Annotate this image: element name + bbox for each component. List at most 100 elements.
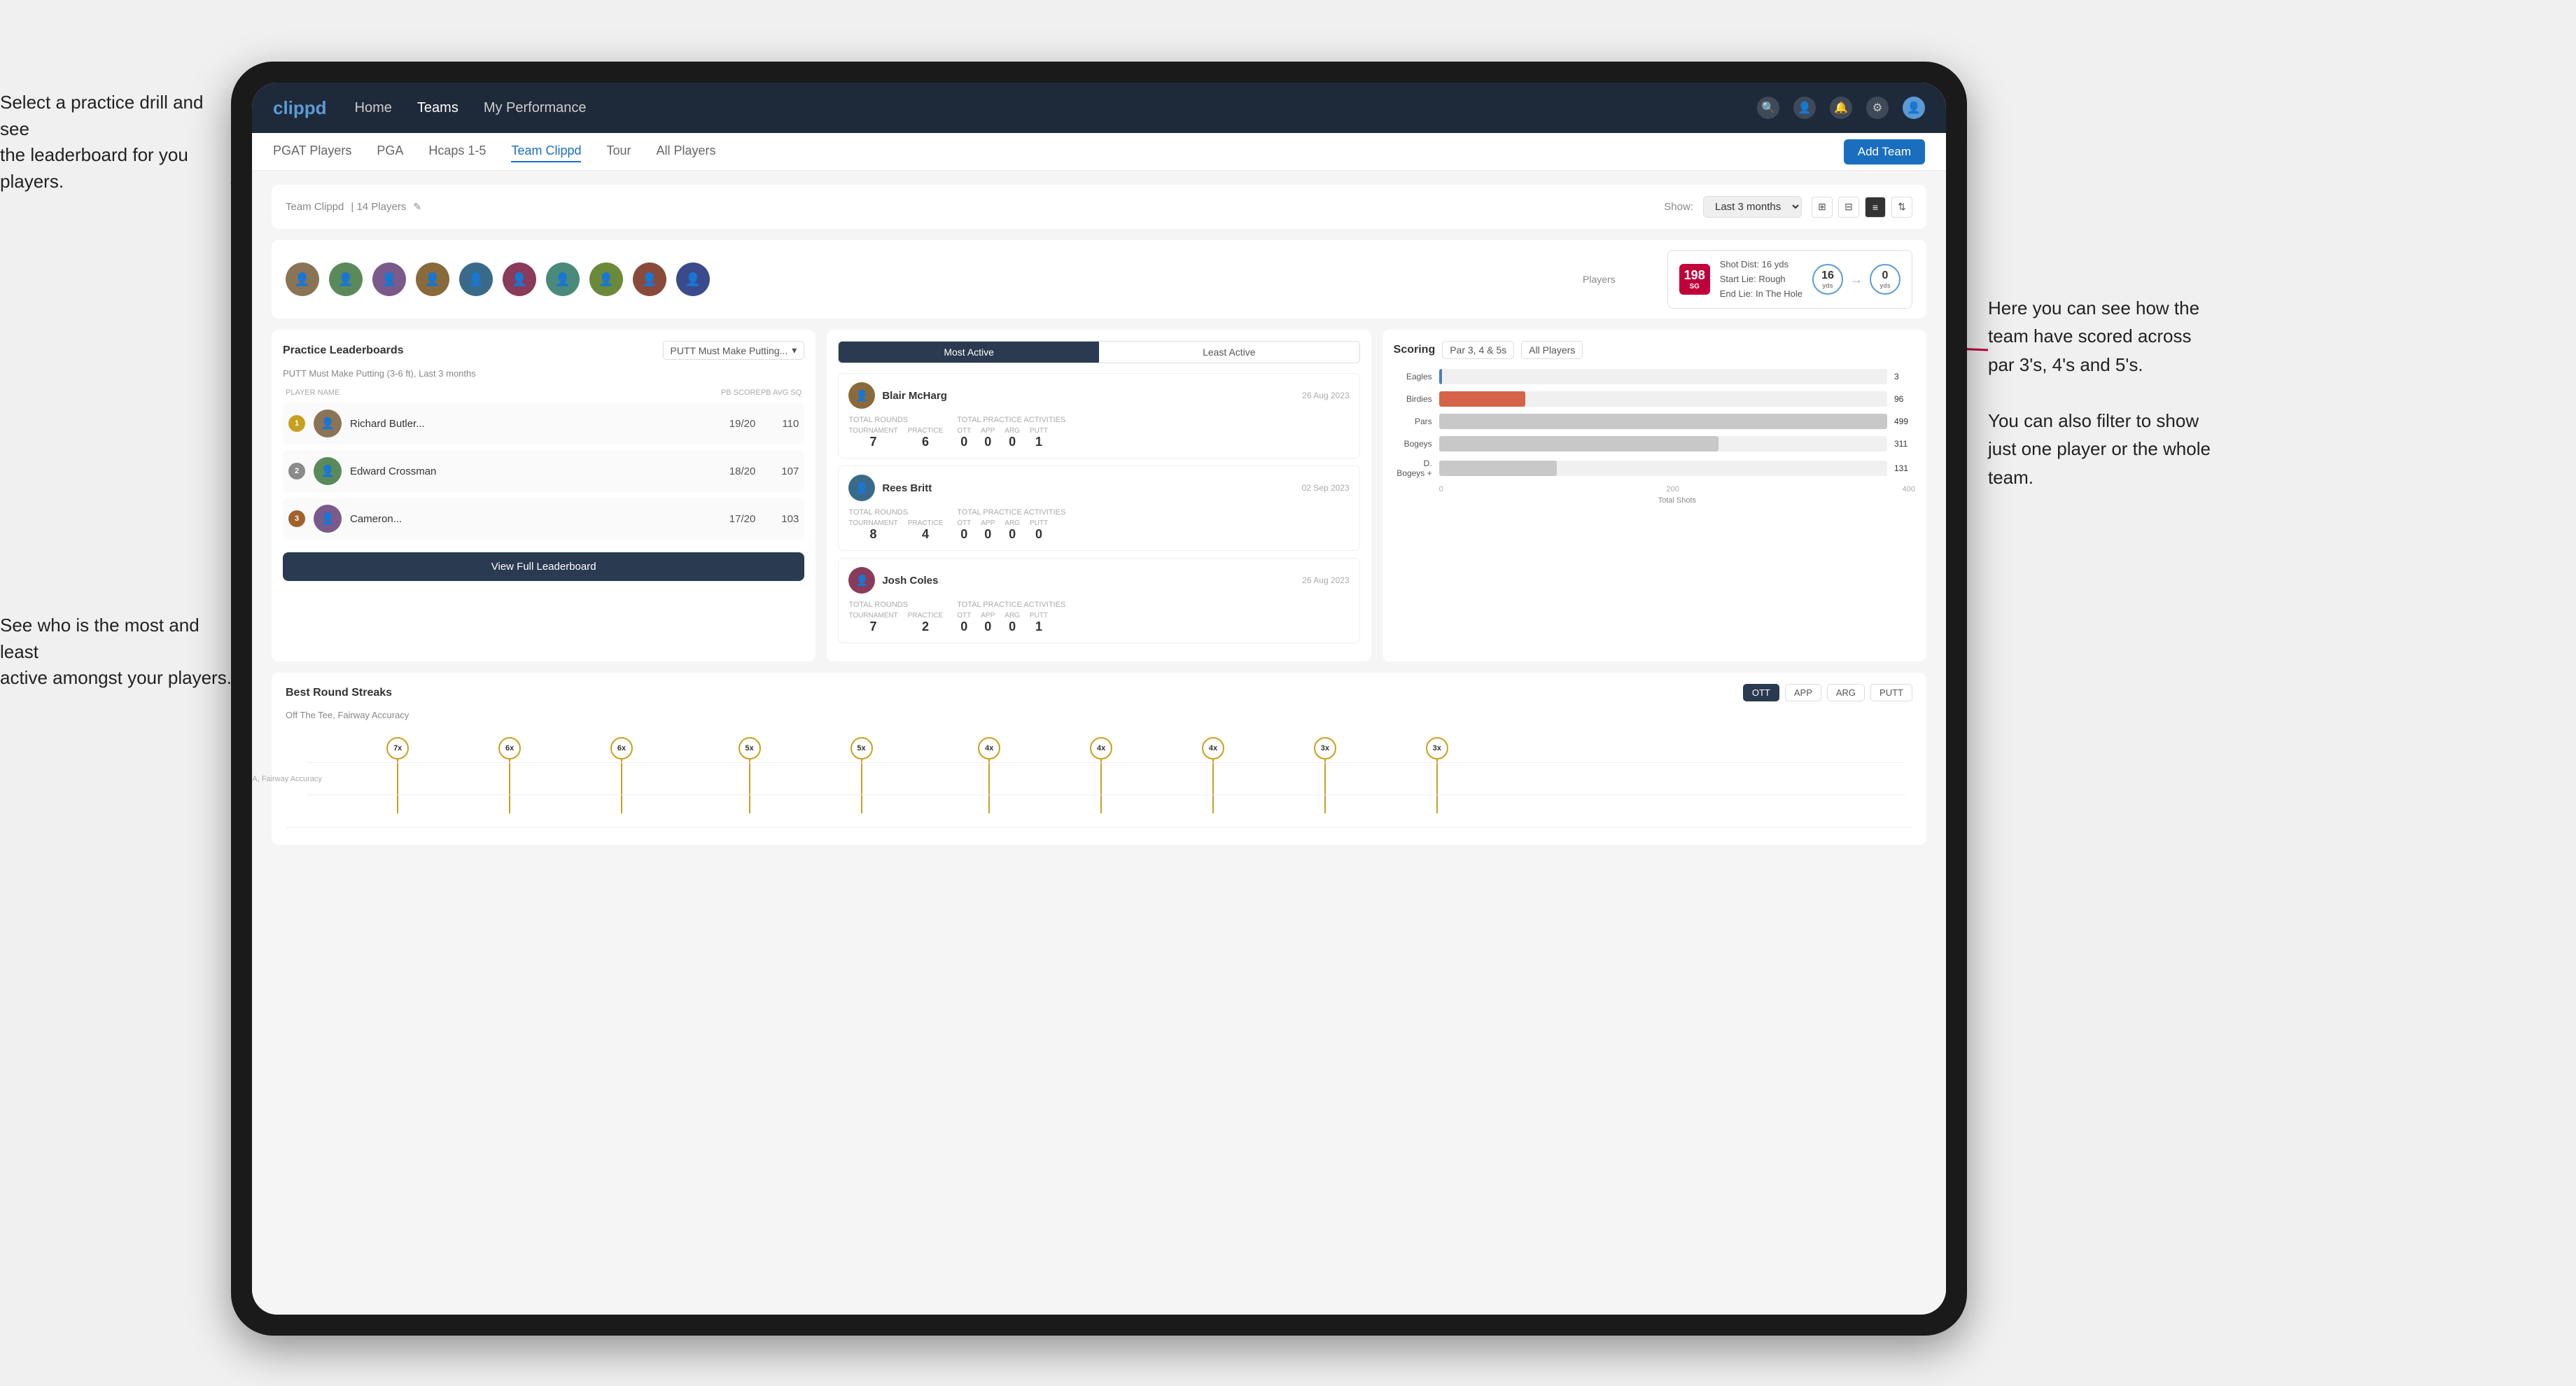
view-grid-small[interactable]: ⊞ <box>1812 197 1833 218</box>
streaks-tab-arg[interactable]: ARG <box>1827 684 1865 701</box>
scoring-filter-pars[interactable]: Par 3, 4 & 5s <box>1442 341 1514 359</box>
tab-tour[interactable]: Tour <box>606 141 631 162</box>
chart-label-eagles: Eagles <box>1394 372 1432 382</box>
streak-badge: 4x <box>1090 737 1112 760</box>
player-avatar-9[interactable]: 👤 <box>633 262 666 296</box>
leaderboard-subtitle: PUTT Must Make Putting (3-6 ft), Last 3 … <box>283 368 804 379</box>
chart-row-eagles: Eagles3 <box>1394 369 1915 384</box>
streak-line <box>1212 760 1214 813</box>
streaks-subtitle: Off The Tee, Fairway Accuracy <box>286 710 1912 720</box>
chart-axis-label: Total Shots <box>1439 496 1915 505</box>
stat-tournament-3: Tournament 7 <box>848 612 897 634</box>
edit-icon[interactable]: ✎ <box>413 201 421 213</box>
player-card-name-1: Blair McHarg <box>882 390 1295 402</box>
avatar-icon[interactable]: 👤 <box>1903 97 1925 119</box>
player-avatar-2[interactable]: 👤 <box>329 262 363 296</box>
stat-app-1: APP 0 <box>981 427 995 449</box>
least-active-tab[interactable]: Least Active <box>1099 342 1359 363</box>
players-label: Players <box>1583 274 1616 285</box>
drill-dropdown[interactable]: PUTT Must Make Putting... ▾ <box>663 341 805 360</box>
most-active-tab[interactable]: Most Active <box>839 342 1099 363</box>
stat-ott-2: OTT 0 <box>957 519 971 542</box>
player-avatar-6[interactable]: 👤 <box>503 262 536 296</box>
nav-link-home[interactable]: Home <box>355 97 392 119</box>
lb-row-1[interactable]: 1 👤 Richard Butler... 19/20 110 <box>283 402 804 444</box>
annotation-top-left: Select a practice drill and seethe leade… <box>0 90 231 195</box>
player-avatar-10[interactable]: 👤 <box>676 262 710 296</box>
player-avatar-1[interactable]: 👤 <box>286 262 319 296</box>
chart-bar <box>1439 436 1718 451</box>
streaks-tab-app[interactable]: APP <box>1785 684 1821 701</box>
player-card-header-3: 👤 Josh Coles 26 Aug 2023 <box>848 567 1349 594</box>
lb-score-3: 17/20 <box>729 513 756 525</box>
navbar: clippd Home Teams My Performance 🔍 👤 🔔 ⚙… <box>252 83 1946 133</box>
tab-pga[interactable]: PGA <box>377 141 403 162</box>
stat-ott-1: OTT 0 <box>957 427 971 449</box>
player-avatar-8[interactable]: 👤 <box>589 262 623 296</box>
score-circles: 16 yds → 0 yds <box>1812 264 1900 295</box>
stat-tournament-2: Tournament 8 <box>848 519 897 542</box>
sub-tabs: PGAT Players PGA Hcaps 1-5 Team Clippd T… <box>252 133 1946 171</box>
streak-line <box>749 760 750 813</box>
player-card-avatar-3: 👤 <box>848 567 875 594</box>
player-card-avatar-2: 👤 <box>848 475 875 501</box>
view-list[interactable]: ≡ <box>1865 197 1886 218</box>
player-avatar-7[interactable]: 👤 <box>546 262 580 296</box>
scoring-title: Scoring <box>1394 344 1436 356</box>
stat-label-rounds-2: Total Rounds <box>848 508 943 517</box>
player-avatar-5[interactable]: 👤 <box>459 262 493 296</box>
view-grid-medium[interactable]: ⊟ <box>1838 197 1859 218</box>
settings-icon[interactable]: ⚙ <box>1866 97 1889 119</box>
score-circle-1: 16 yds <box>1812 264 1843 295</box>
scoring-panel: Scoring Par 3, 4 & 5s All Players Eagles… <box>1382 330 1926 662</box>
tab-all-players[interactable]: All Players <box>657 141 716 162</box>
chart-bar-container <box>1439 414 1887 429</box>
nav-link-teams[interactable]: Teams <box>417 97 458 119</box>
annotation-right: Here you can see how theteam have scored… <box>1988 294 2562 491</box>
tab-pgat[interactable]: PGAT Players <box>273 141 351 162</box>
stat-group-rounds-2: Total Rounds Tournament 8 Practice 4 <box>848 508 943 542</box>
chart-bar <box>1439 391 1525 407</box>
bell-icon[interactable]: 🔔 <box>1830 97 1852 119</box>
tab-hcaps[interactable]: Hcaps 1-5 <box>428 141 486 162</box>
chart-axis: 0 200 400 <box>1439 485 1915 493</box>
player-avatar-3[interactable]: 👤 <box>372 262 406 296</box>
lb-row-2[interactable]: 2 👤 Edward Crossman 18/20 107 <box>283 450 804 492</box>
chart-bar <box>1439 414 1887 429</box>
stat-app-3: APP 0 <box>981 612 995 634</box>
team-name: Team Clippd <box>286 201 344 213</box>
player-avatar-4[interactable]: 👤 <box>416 262 449 296</box>
player-card-3: 👤 Josh Coles 26 Aug 2023 Total Rounds To… <box>838 558 1359 643</box>
player-count: | 14 Players <box>351 201 406 213</box>
stat-label-activities-2: Total Practice Activities <box>957 508 1065 517</box>
view-sort[interactable]: ⇅ <box>1891 197 1912 218</box>
period-select[interactable]: Last 3 months <box>1703 196 1802 218</box>
streak-badge: 3x <box>1426 737 1448 760</box>
add-team-button[interactable]: Add Team <box>1844 139 1925 164</box>
streaks-tab-putt[interactable]: PUTT <box>1870 684 1912 701</box>
chart-row-birdies: Birdies96 <box>1394 391 1915 407</box>
stat-group-activities-2: Total Practice Activities OTT 0 APP 0 <box>957 508 1065 542</box>
h-line-1 <box>307 762 1905 763</box>
chart-label-pars: Pars <box>1394 416 1432 426</box>
nav-link-performance[interactable]: My Performance <box>484 97 587 119</box>
lb-row-3[interactable]: 3 👤 Cameron... 17/20 103 <box>283 498 804 540</box>
chart-bar-container <box>1439 461 1887 476</box>
view-leaderboard-button[interactable]: View Full Leaderboard <box>283 552 804 581</box>
streaks-tab-ott[interactable]: OTT <box>1743 684 1779 701</box>
tab-team-clippd[interactable]: Team Clippd <box>511 141 581 162</box>
chart-bar <box>1439 369 1442 384</box>
streak-line <box>621 760 622 813</box>
stats-row-3: Total Rounds Tournament 7 Practice 2 <box>848 601 1349 634</box>
stat-values-activities-3: OTT 0 APP 0 ARG 0 <box>957 612 1065 634</box>
h-line-2 <box>307 794 1905 795</box>
streak-pin: 4x <box>978 737 1000 813</box>
lb-score-1: 19/20 <box>729 418 756 430</box>
lb-avg-1: 110 <box>764 418 799 430</box>
user-icon[interactable]: 👤 <box>1793 97 1816 119</box>
activity-toggle-tabs: Most Active Least Active <box>838 341 1359 363</box>
scoring-filter-players[interactable]: All Players <box>1521 341 1583 359</box>
score-card: 198 SG Shot Dist: 16 yds Start Lie: Roug… <box>1667 250 1912 309</box>
search-icon[interactable]: 🔍 <box>1757 97 1779 119</box>
streak-badge: 6x <box>610 737 633 760</box>
